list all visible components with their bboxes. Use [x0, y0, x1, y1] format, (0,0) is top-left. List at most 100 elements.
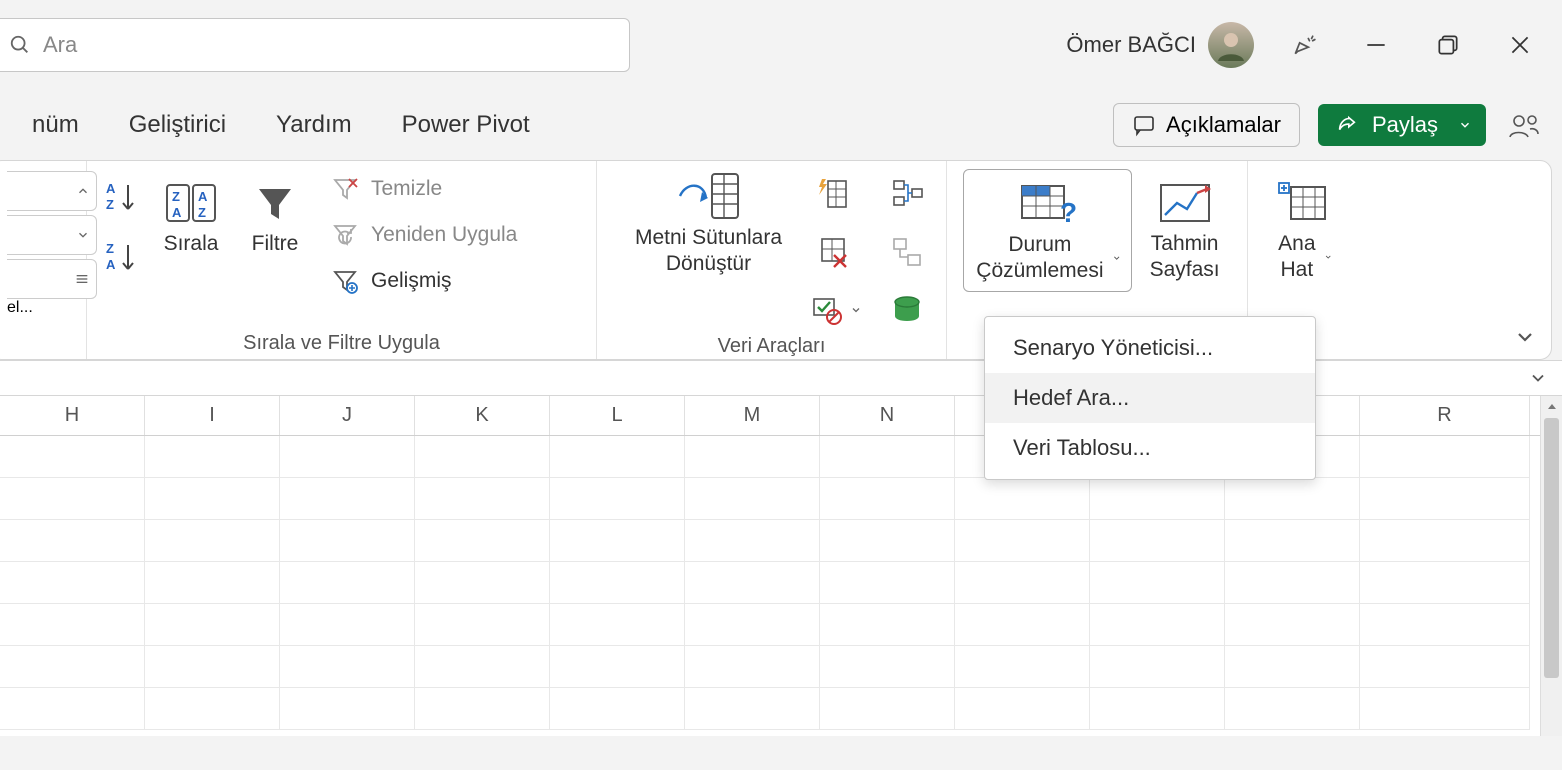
search-box[interactable]: Ara: [0, 18, 630, 72]
coming-soon-icon[interactable]: [1282, 23, 1326, 67]
queries-dropdown-2[interactable]: [7, 215, 97, 255]
column-header[interactable]: M: [685, 396, 820, 435]
tab-developer[interactable]: Geliştirici: [115, 101, 240, 149]
sort-button[interactable]: ZAAZ Sırala: [151, 169, 231, 263]
reapply-label: Yeniden Uygula: [371, 223, 517, 247]
filter-button[interactable]: Filtre: [241, 169, 309, 263]
chevron-up-icon: [76, 184, 90, 198]
menu-goal-seek[interactable]: Hedef Ara...: [985, 373, 1315, 423]
forecast-sheet-button[interactable]: Tahmin Sayfası: [1138, 169, 1231, 290]
svg-text:Z: Z: [198, 205, 206, 220]
menu-data-table[interactable]: Veri Tablosu...: [985, 423, 1315, 473]
share-button[interactable]: Paylaş: [1318, 104, 1486, 146]
data-validation-icon: [810, 293, 844, 327]
forecast-sheet-label: Tahmin Sayfası: [1148, 231, 1221, 284]
flash-fill-icon: [816, 177, 850, 211]
svg-text:Z: Z: [106, 197, 114, 212]
clear-label: Temizle: [371, 177, 442, 201]
spreadsheet-grid[interactable]: H I J K L M N R: [0, 396, 1562, 736]
svg-text:A: A: [106, 181, 116, 196]
restore-button[interactable]: [1426, 23, 1470, 67]
svg-text:Z: Z: [172, 189, 180, 204]
svg-text:A: A: [198, 189, 208, 204]
tab-powerpivot[interactable]: Power Pivot: [388, 101, 544, 149]
svg-text:Z: Z: [106, 241, 114, 256]
what-if-analysis-button[interactable]: ? Durum Çözümlemesi: [963, 169, 1132, 292]
account-button[interactable]: Ömer BAĞCI: [1066, 22, 1254, 68]
column-header[interactable]: N: [820, 396, 955, 435]
reapply-filter-button[interactable]: Yeniden Uygula: [321, 215, 525, 255]
remove-duplicates-icon: [816, 235, 850, 269]
sort-asc-icon: A Z: [104, 179, 138, 217]
svg-text:A: A: [172, 205, 182, 220]
data-validation-button[interactable]: [810, 287, 874, 333]
sort-label: Sırala: [164, 231, 219, 257]
data-model-button[interactable]: [884, 287, 930, 333]
advanced-filter-button[interactable]: Gelişmiş: [321, 261, 525, 301]
text-to-columns-icon: [674, 169, 744, 225]
consolidate-button[interactable]: [884, 171, 930, 217]
text-to-columns-button[interactable]: Metni Sütunlara Dönüştür: [613, 169, 804, 284]
sort-icon: ZAAZ: [161, 175, 221, 231]
sort-asc-button[interactable]: A Z: [103, 177, 139, 219]
people-icon: [1508, 109, 1540, 141]
title-bar: Ara Ömer BAĞCI: [0, 0, 1562, 90]
chevron-down-icon: [850, 304, 862, 316]
comments-button[interactable]: Açıklamalar: [1113, 103, 1300, 147]
user-name: Ömer BAĞCI: [1066, 32, 1196, 58]
outline-button[interactable]: Ana Hat: [1264, 169, 1342, 290]
reapply-icon: [329, 219, 361, 251]
relationships-button[interactable]: [884, 229, 930, 275]
column-header[interactable]: H: [0, 396, 145, 435]
column-header[interactable]: K: [415, 396, 550, 435]
comments-label: Açıklamalar: [1166, 112, 1281, 138]
what-if-label: Durum Çözümlemesi: [974, 232, 1106, 285]
clear-icon: [329, 173, 361, 205]
queries-dropdown-1[interactable]: [7, 171, 97, 211]
outline-icon: [1277, 175, 1329, 231]
sort-desc-button[interactable]: Z A: [103, 237, 139, 279]
ribbon: el... A Z Z A: [0, 160, 1552, 360]
chevron-down-icon: [1324, 250, 1332, 264]
consolidate-icon: [890, 177, 924, 211]
expand-formula-bar-button[interactable]: [1528, 368, 1548, 388]
ribbon-tabs: nüm Geliştirici Yardım Power Pivot Açıkl…: [0, 90, 1562, 160]
chevron-down-icon: [76, 228, 90, 242]
search-icon: [9, 34, 31, 56]
data-model-icon: [890, 293, 924, 327]
formula-bar[interactable]: [0, 360, 1562, 396]
close-button[interactable]: [1498, 23, 1542, 67]
relationships-icon: [890, 235, 924, 269]
minimize-button[interactable]: [1354, 23, 1398, 67]
chevron-down-icon: [1112, 251, 1121, 265]
vertical-scrollbar[interactable]: [1540, 396, 1562, 736]
remove-duplicates-button[interactable]: [810, 229, 856, 275]
column-header[interactable]: L: [550, 396, 685, 435]
queries-group-label: el...: [7, 299, 70, 317]
column-header[interactable]: R: [1360, 396, 1530, 435]
queries-dropdown-3[interactable]: [7, 259, 97, 299]
what-if-menu: Senaryo Yöneticisi... Hedef Ara... Veri …: [984, 316, 1316, 480]
forecast-sheet-icon: [1155, 175, 1215, 231]
scrollbar-thumb[interactable]: [1544, 418, 1559, 678]
menu-scenario-manager[interactable]: Senaryo Yöneticisi...: [985, 323, 1315, 373]
collapse-ribbon-button[interactable]: [1513, 325, 1537, 349]
chevron-down-icon: [1513, 325, 1537, 349]
collaborate-button[interactable]: [1504, 105, 1544, 145]
advanced-label: Gelişmiş: [371, 269, 452, 293]
text-to-columns-label: Metni Sütunlara Dönüştür: [623, 225, 794, 278]
svg-text:A: A: [106, 257, 116, 272]
data-tools-group-label: Veri Araçları: [613, 333, 930, 358]
tab-help[interactable]: Yardım: [262, 101, 366, 149]
column-header[interactable]: I: [145, 396, 280, 435]
column-header[interactable]: J: [280, 396, 415, 435]
search-placeholder: Ara: [43, 32, 77, 58]
flash-fill-button[interactable]: [810, 171, 856, 217]
clear-filter-button[interactable]: Temizle: [321, 169, 525, 209]
svg-text:?: ?: [1060, 197, 1077, 228]
filter-icon: [251, 175, 299, 231]
tab-view[interactable]: nüm: [18, 101, 93, 149]
scroll-up-button[interactable]: [1541, 396, 1562, 418]
chevron-down-icon: [1458, 118, 1472, 132]
what-if-icon: ?: [1016, 176, 1080, 232]
